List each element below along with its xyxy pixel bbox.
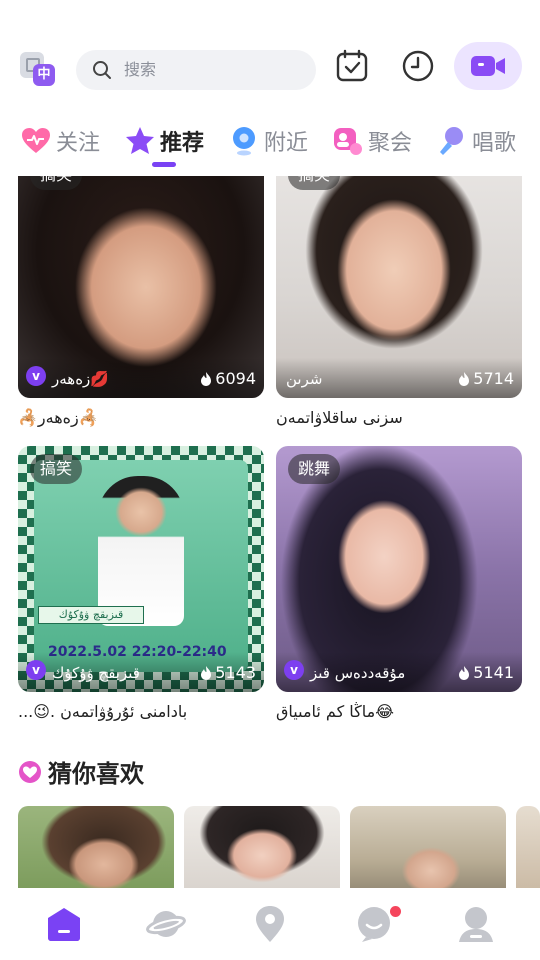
checkin-button[interactable] <box>332 46 372 86</box>
lang-badge: 中 <box>33 64 55 86</box>
calendar-check-icon <box>336 49 368 82</box>
verified-icon: v <box>284 660 304 680</box>
section-title: 猜你喜欢 <box>48 760 144 788</box>
flame-icon <box>201 371 212 386</box>
room-caption: ...😉. بادامنى ئۇرۇۋاتمەن <box>18 702 188 721</box>
tab-label: 推荐 <box>160 131 205 156</box>
tab-recommend[interactable]: 推荐 <box>124 124 204 158</box>
view-count: 5141 <box>458 663 514 682</box>
history-button[interactable] <box>398 46 438 86</box>
verified-icon: v <box>26 366 46 386</box>
host-name: زەھەر💋 <box>52 370 109 388</box>
live-thumbnail[interactable]: 搞笑 v زەھەر💋 6094 <box>18 176 264 398</box>
tab-label: 附近 <box>264 131 309 156</box>
location-pin-icon <box>233 127 255 156</box>
live-thumbnail[interactable]: 搞笑 شرىن 5714 <box>276 176 522 398</box>
header: 中 搜索 <box>0 0 540 110</box>
video-camera-icon <box>471 56 505 76</box>
live-thumbnail[interactable]: 跳舞 v مۇقەددەس قىز 5141 <box>276 446 522 692</box>
view-count-value: 5143 <box>215 663 256 682</box>
nav-messages[interactable] <box>354 904 394 944</box>
active-tab-indicator <box>152 162 176 167</box>
live-room-card[interactable]: 搞笑 v زەھەر💋 6094 🦂زەھەر🦂 <box>18 176 264 427</box>
unread-badge <box>390 906 401 917</box>
tab-nearby[interactable]: 附近 <box>228 124 308 158</box>
view-count: 5143 <box>200 663 256 682</box>
category-tag: 搞笑 <box>288 176 341 190</box>
microphone-icon <box>440 127 463 155</box>
live-room-card[interactable]: 跳舞 v مۇقەددەس قىز 5141 ماڭا كم ئامىياق😂 <box>276 446 522 721</box>
room-caption: 🦂زەھەر🦂 <box>18 408 99 427</box>
category-tag: 搞笑 <box>30 176 83 190</box>
home-icon <box>48 908 80 941</box>
streamer-figure <box>98 476 184 626</box>
bottom-navigation <box>0 888 540 960</box>
recommended-stream-thumbnail[interactable] <box>18 806 174 888</box>
live-room-card[interactable]: قىزبقچ ۋۇكۇك 2022.5.02 22:20-22:40 搞笑 v … <box>18 446 264 721</box>
heart-icon <box>22 128 50 153</box>
recommended-stream-thumbnail[interactable] <box>350 806 506 888</box>
location-icon <box>256 906 284 942</box>
category-tabs: 关注 推荐 附近 聚会 唱歌 <box>0 116 540 168</box>
live-room-card[interactable]: 搞笑 شرىن 5714 سزنى ساقلاۋاتمەن <box>276 176 522 427</box>
profile-icon <box>459 907 493 942</box>
app-screen: 中 搜索 关注 推荐 附近 聚会 唱歌 v زەھەر💋 6094 🦂زەھەر… <box>0 0 540 960</box>
tab-label: 聚会 <box>368 131 413 156</box>
view-count-value: 5714 <box>473 369 514 388</box>
party-icon <box>334 128 362 155</box>
tab-label: 唱歌 <box>472 131 517 156</box>
view-count: 5714 <box>458 369 514 388</box>
clock-icon <box>402 50 434 82</box>
view-count: 6094 <box>200 369 256 388</box>
nav-discover[interactable] <box>146 904 186 944</box>
room-caption: سزنى ساقلاۋاتمەن <box>276 408 403 427</box>
search-placeholder: 搜索 <box>124 60 157 79</box>
nav-home[interactable] <box>44 904 84 944</box>
heart-badge-icon <box>19 760 41 783</box>
flame-icon <box>459 371 470 386</box>
message-icon <box>358 907 390 942</box>
poster-name-banner: قىزبقچ ۋۇكۇك <box>38 606 144 624</box>
verified-icon: v <box>26 660 46 680</box>
nav-profile[interactable] <box>456 904 496 944</box>
recommended-stream-thumbnail[interactable] <box>184 806 340 888</box>
host-name: قىزبقچ ۋۇكۇك <box>52 664 140 682</box>
host-name: مۇقەددەس قىز <box>310 664 406 682</box>
flame-icon <box>459 665 470 680</box>
guess-you-like-header: 猜你喜欢 <box>18 754 144 789</box>
start-live-button[interactable] <box>454 42 522 90</box>
tab-sing[interactable]: 唱歌 <box>436 124 516 158</box>
language-switch-button[interactable]: 中 <box>20 50 56 88</box>
view-count-value: 6094 <box>215 369 256 388</box>
search-icon <box>93 61 111 79</box>
room-caption: ماڭا كم ئامىياق😂 <box>276 702 394 721</box>
recommended-stream-thumbnail[interactable] <box>516 806 540 888</box>
view-count-value: 5141 <box>473 663 514 682</box>
category-tag: 跳舞 <box>288 454 341 484</box>
host-name: شرىن <box>286 370 323 388</box>
live-thumbnail[interactable]: قىزبقچ ۋۇكۇك 2022.5.02 22:20-22:40 搞笑 v … <box>18 446 264 692</box>
tab-label: 关注 <box>56 131 101 156</box>
live-feed: 搞笑 v زەھەر💋 6094 🦂زەھەر🦂 搞笑 شرىن <box>0 176 540 888</box>
tab-party[interactable]: 聚会 <box>332 124 412 158</box>
category-tag: 搞笑 <box>30 454 83 484</box>
tab-follow[interactable]: 关注 <box>20 124 100 158</box>
search-input[interactable]: 搜索 <box>76 50 316 90</box>
flame-icon <box>201 665 212 680</box>
star-icon <box>126 127 154 154</box>
planet-icon <box>146 911 186 937</box>
nav-nearby[interactable] <box>250 904 290 944</box>
